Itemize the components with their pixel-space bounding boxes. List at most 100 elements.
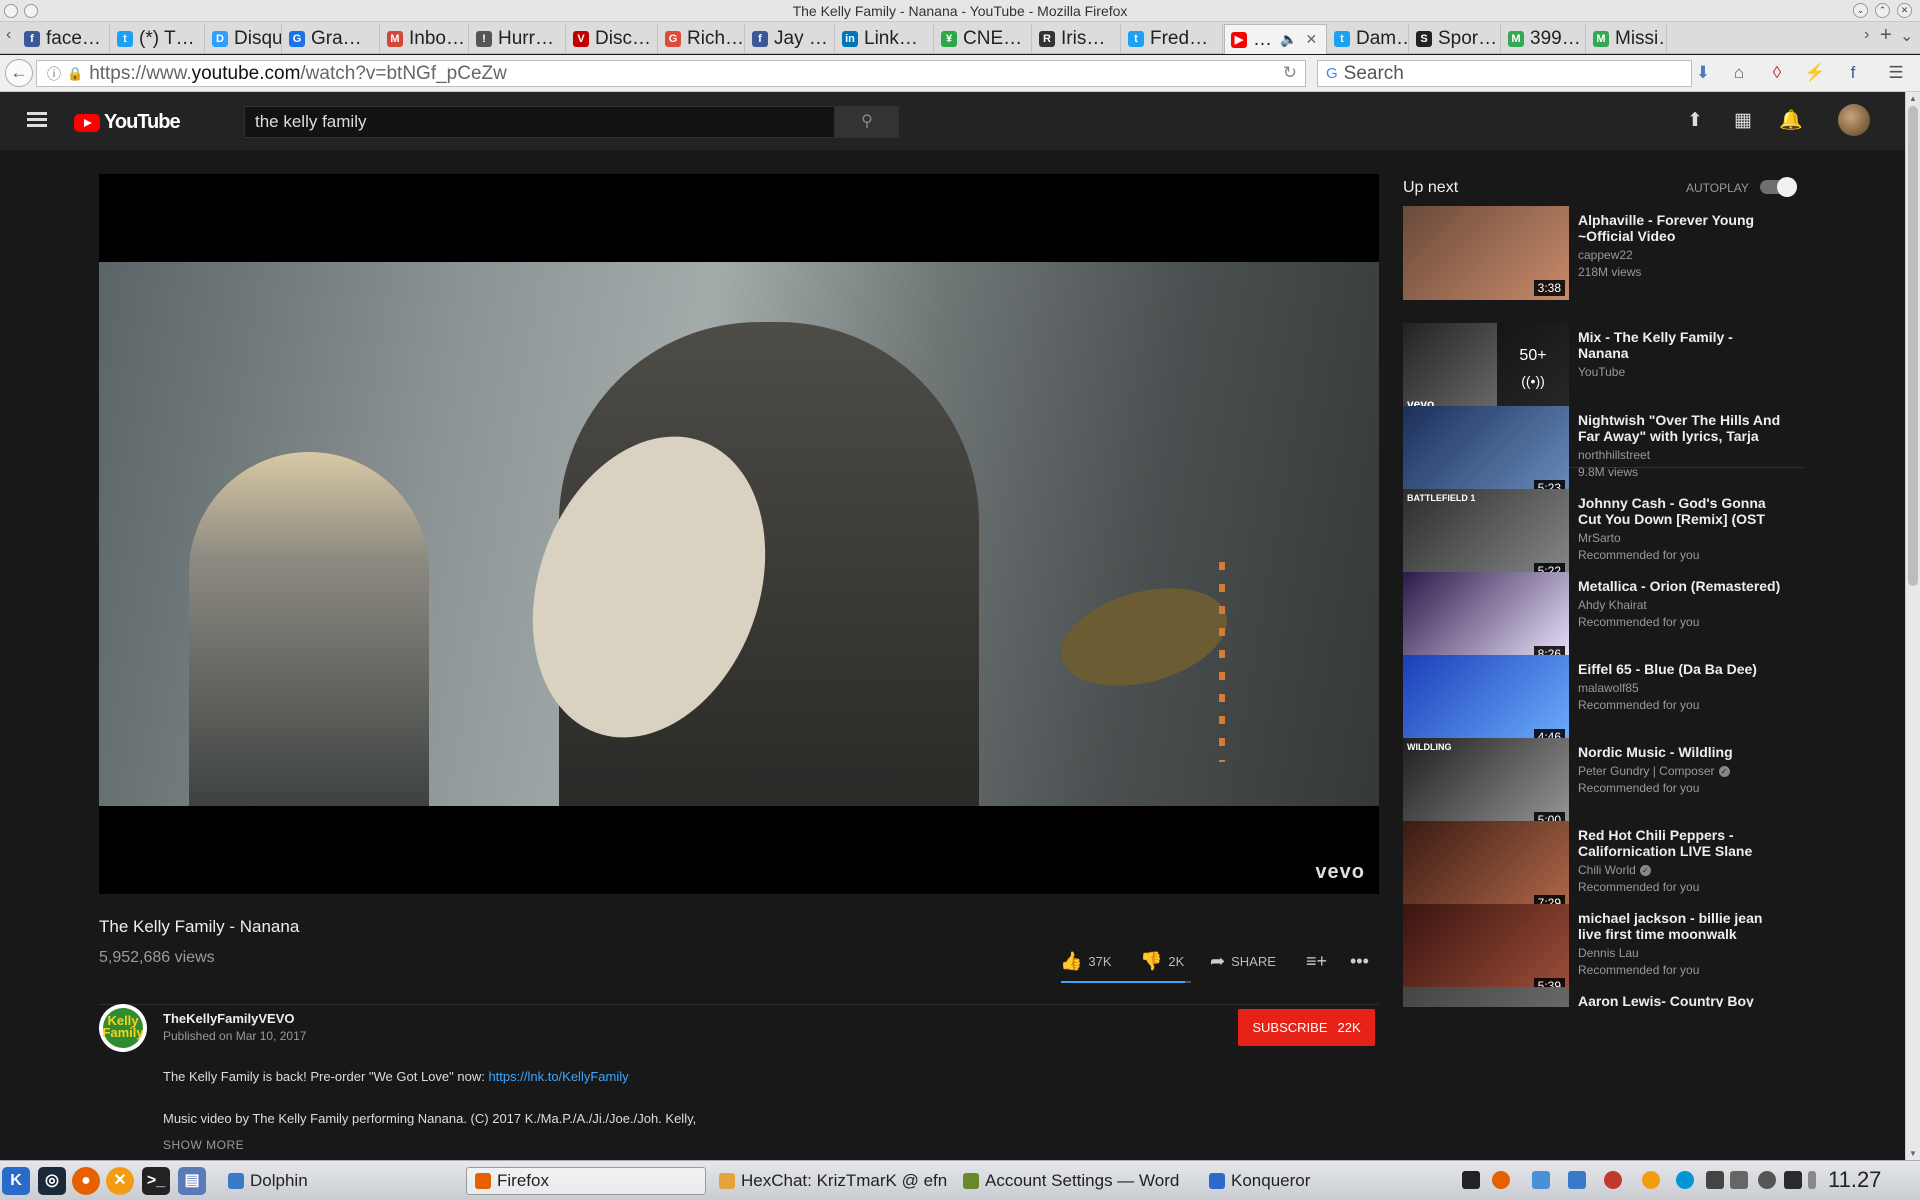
minimize-icon[interactable]: ⌄ xyxy=(1853,3,1868,18)
games-icon[interactable]: ✕ xyxy=(106,1167,134,1195)
kde-launcher-icon[interactable]: K xyxy=(2,1167,30,1195)
tray-color-icon[interactable] xyxy=(1604,1171,1622,1189)
video-thumbnail[interactable]: 5:23 xyxy=(1403,406,1569,500)
tray-expand-icon[interactable] xyxy=(1808,1171,1816,1189)
tab-1[interactable]: f face… xyxy=(18,24,110,54)
tab-13[interactable]: t Fred… xyxy=(1122,24,1223,54)
facebook-icon[interactable]: f xyxy=(1841,61,1865,85)
add-to-playlist-button[interactable]: ≡+ xyxy=(1306,945,1327,977)
close-window-icon[interactable]: ✕ xyxy=(1897,3,1912,18)
tray-volume-icon[interactable] xyxy=(1758,1171,1776,1189)
subscribe-button[interactable]: SUBSCRIBE 22K xyxy=(1238,1009,1375,1046)
like-button[interactable]: 👍 37K xyxy=(1060,945,1112,977)
guide-menu-icon[interactable] xyxy=(27,109,47,133)
video-thumbnail[interactable] xyxy=(1403,987,1569,1007)
tray-printer-icon[interactable] xyxy=(1676,1171,1694,1189)
scroll-down-icon[interactable]: ▼ xyxy=(1909,1149,1917,1158)
browser-search-field[interactable]: G Search xyxy=(1317,60,1692,87)
video-frame[interactable] xyxy=(99,262,1379,806)
tray-update-icon[interactable] xyxy=(1642,1171,1660,1189)
tab-4[interactable]: G Gra… xyxy=(283,24,380,54)
video-thumbnail[interactable]: 3:38 xyxy=(1403,206,1569,300)
tab-10[interactable]: in Link… xyxy=(836,24,934,54)
taskbar-task-2[interactable]: Firefox xyxy=(466,1167,706,1195)
tray-klipper-icon[interactable] xyxy=(1706,1171,1724,1189)
downloads-icon[interactable]: ⬇ xyxy=(1691,61,1715,85)
pocket-icon[interactable]: ◊ xyxy=(1765,61,1789,85)
related-video-4[interactable]: BATTLEFIELD 1 5:22 Johnny Cash - God's Gon… xyxy=(1403,489,1883,583)
tab-scroll-left-icon[interactable]: ‹ xyxy=(6,26,11,44)
tray-network-icon[interactable] xyxy=(1532,1171,1550,1189)
tab-14[interactable]: ▶ … 🔈 ✕ xyxy=(1224,24,1327,54)
video-title[interactable]: michael jackson - billie jean live first… xyxy=(1578,910,1783,942)
taskbar-task-5[interactable]: Konqueror xyxy=(1201,1167,1441,1195)
account-avatar[interactable] xyxy=(1838,104,1870,136)
description-link[interactable]: https://lnk.to/KellyFamily xyxy=(488,1069,628,1084)
back-button[interactable]: ← xyxy=(5,59,33,87)
video-title[interactable]: Nordic Music - Wildling xyxy=(1578,744,1783,760)
show-more-button[interactable]: SHOW MORE xyxy=(163,1138,244,1152)
scroll-up-icon[interactable]: ▲ xyxy=(1909,94,1917,103)
video-title[interactable]: Nightwish "Over The Hills And Far Away" … xyxy=(1578,412,1783,444)
dislike-button[interactable]: 👎 2K xyxy=(1140,945,1184,977)
related-video-10[interactable]: Aaron Lewis- Country Boy xyxy=(1403,987,1883,1007)
apps-icon[interactable]: ▦ xyxy=(1731,109,1755,133)
tab-16[interactable]: S Spor… xyxy=(1410,24,1501,54)
taskbar-task-1[interactable]: Dolphin xyxy=(220,1167,460,1195)
tab-17[interactable]: M 399… xyxy=(1502,24,1586,54)
tab-9[interactable]: f Jay … xyxy=(746,24,835,54)
file-manager-icon[interactable]: ▤ xyxy=(178,1167,206,1195)
autoplay-toggle[interactable] xyxy=(1760,177,1797,197)
hamburger-menu-icon[interactable]: ☰ xyxy=(1884,61,1908,85)
new-tab-icon[interactable]: + xyxy=(1880,24,1892,47)
search-button[interactable]: ⚲ xyxy=(835,106,899,138)
more-actions-button[interactable]: ••• xyxy=(1350,945,1369,977)
related-video-6[interactable]: 4:46 Eiffel 65 - Blue (Da Ba Dee) malawolf… xyxy=(1403,655,1883,749)
video-title[interactable]: Alphaville - Forever Young ~Official Vid… xyxy=(1578,212,1783,244)
video-title[interactable]: Mix - The Kelly Family - Nanana xyxy=(1578,329,1783,361)
terminal-icon[interactable]: >_ xyxy=(142,1167,170,1195)
search-engine-icon[interactable]: G xyxy=(1326,65,1338,82)
url-bar[interactable]: ⓘ 🔒 https://www. youtube.com/watch?v=btNG… xyxy=(36,60,1306,87)
tab-close-icon[interactable]: ✕ xyxy=(1305,31,1317,48)
reload-icon[interactable]: ↻ xyxy=(1283,63,1297,83)
tab-5[interactable]: M Inbo… xyxy=(381,24,469,54)
tray-terminal-icon[interactable] xyxy=(1462,1171,1480,1189)
extension-icon[interactable]: ⚡ xyxy=(1803,61,1827,85)
video-thumbnail[interactable]: WILDLING 5:00 xyxy=(1403,738,1569,832)
video-thumbnail[interactable]: vevo 50+ ((•)) xyxy=(1403,323,1569,417)
page-scrollbar[interactable]: ▲ ▼ xyxy=(1905,92,1920,1160)
maximize-icon[interactable]: ⌃ xyxy=(1875,3,1890,18)
tab-6[interactable]: ! Hurr… xyxy=(470,24,566,54)
video-player[interactable]: vevo xyxy=(99,174,1379,894)
taskbar-task-4[interactable]: Account Settings — Word xyxy=(955,1167,1195,1195)
tab-18[interactable]: M Missi… xyxy=(1587,24,1667,54)
tab-2[interactable]: t (*) T… xyxy=(111,24,205,54)
video-title[interactable]: Metallica - Orion (Remastered) xyxy=(1578,578,1783,594)
video-thumbnail[interactable]: 8:26 xyxy=(1403,572,1569,666)
tab-12[interactable]: R Iris… xyxy=(1033,24,1121,54)
related-video-9[interactable]: 5:39 michael jackson - billie jean live f… xyxy=(1403,904,1883,998)
related-video-1[interactable]: 3:38 Alphaville - Forever Young ~Official… xyxy=(1403,206,1883,300)
channel-avatar[interactable]: Kelly Family xyxy=(99,1004,147,1052)
firefox-launcher-icon[interactable]: ● xyxy=(72,1167,100,1195)
info-icon[interactable]: ⓘ xyxy=(47,64,61,84)
tab-7[interactable]: V Disc… xyxy=(567,24,658,54)
tab-11[interactable]: ¥ CNE… xyxy=(935,24,1032,54)
video-title[interactable]: Johnny Cash - God's Gonna Cut You Down [… xyxy=(1578,495,1783,527)
video-thumbnail[interactable]: BATTLEFIELD 1 5:22 xyxy=(1403,489,1569,583)
channel-name[interactable]: TheKellyFamilyVEVO xyxy=(163,1011,295,1026)
related-video-3[interactable]: 5:23 Nightwish "Over The Hills And Far Aw… xyxy=(1403,406,1883,500)
tab-8[interactable]: G Rich… xyxy=(659,24,745,54)
tab-audio-icon[interactable]: 🔈 xyxy=(1280,31,1297,48)
related-video-8[interactable]: 7:29 Red Hot Chili Peppers - Californicat… xyxy=(1403,821,1883,915)
tab-scroll-right-icon[interactable]: › xyxy=(1864,26,1869,44)
tray-bluetooth-icon[interactable] xyxy=(1730,1171,1748,1189)
video-title[interactable]: Aaron Lewis- Country Boy xyxy=(1578,993,1783,1007)
search-input[interactable]: the kelly family xyxy=(244,106,835,138)
video-thumbnail[interactable]: 4:46 xyxy=(1403,655,1569,749)
related-video-7[interactable]: WILDLING 5:00 Nordic Music - Wildling Peter… xyxy=(1403,738,1883,832)
share-button[interactable]: ➦ SHARE xyxy=(1210,945,1276,977)
tab-list-icon[interactable]: ⌄ xyxy=(1900,26,1913,46)
notifications-bell-icon[interactable]: 🔔 xyxy=(1779,109,1803,133)
